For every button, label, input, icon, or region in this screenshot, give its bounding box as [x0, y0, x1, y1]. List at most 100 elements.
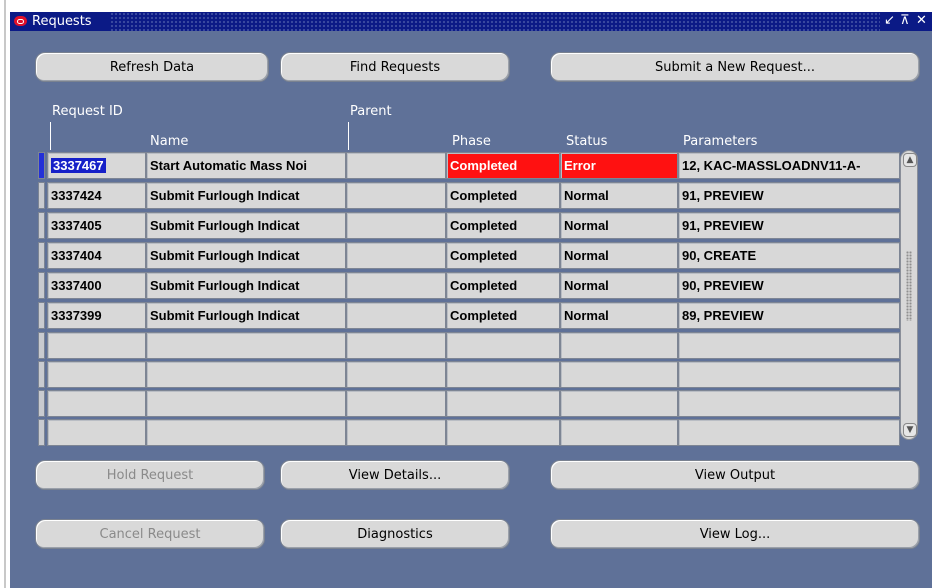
row-indicator[interactable] — [38, 182, 45, 209]
cell-name[interactable]: Submit Furlough Indicat — [146, 212, 346, 239]
vertical-scrollbar[interactable]: ▲ ▼ — [900, 150, 918, 440]
cell-request-id[interactable]: 3337467 — [47, 152, 146, 179]
cell-request-id[interactable]: 3337424 — [47, 182, 146, 209]
hold-request-button[interactable]: Hold Request — [35, 460, 265, 490]
scroll-down-icon[interactable]: ▼ — [903, 423, 917, 437]
cell-parameters[interactable]: 90, PREVIEW — [678, 272, 900, 299]
header-separator — [50, 122, 51, 150]
header-separator — [348, 122, 349, 150]
cell-name[interactable] — [146, 332, 346, 359]
oracle-logo-icon — [14, 16, 27, 26]
cell-parent[interactable] — [346, 152, 446, 179]
cell-status[interactable]: Normal — [560, 302, 678, 329]
row-indicator[interactable] — [38, 212, 45, 239]
maximize-icon[interactable]: ⊼ — [900, 13, 910, 28]
row-indicator[interactable] — [38, 361, 45, 388]
cell-status[interactable] — [560, 419, 678, 446]
cell-request-id[interactable]: 3337404 — [47, 242, 146, 269]
cell-phase[interactable]: Completed — [446, 212, 560, 239]
header-phase: Phase — [452, 134, 491, 149]
cell-status[interactable]: Normal — [560, 182, 678, 209]
cell-parent[interactable] — [346, 302, 446, 329]
cell-parameters[interactable] — [678, 332, 900, 359]
cell-parameters[interactable] — [678, 390, 900, 417]
row-indicator[interactable] — [38, 332, 45, 359]
diagnostics-button[interactable]: Diagnostics — [280, 519, 510, 549]
cell-parent[interactable] — [346, 242, 446, 269]
row-indicator[interactable] — [38, 272, 45, 299]
close-icon[interactable]: ✕ — [916, 13, 927, 28]
minimize-icon[interactable]: ↙ — [884, 13, 895, 28]
cell-parent[interactable] — [346, 332, 446, 359]
cell-phase[interactable] — [446, 390, 560, 417]
cell-parameters[interactable]: 90, CREATE — [678, 242, 900, 269]
cell-phase[interactable]: Completed — [446, 152, 560, 179]
cell-status[interactable] — [560, 361, 678, 388]
cell-name[interactable]: Submit Furlough Indicat — [146, 182, 346, 209]
row-indicator[interactable] — [38, 419, 45, 446]
cell-parent[interactable] — [346, 272, 446, 299]
row-indicator[interactable] — [38, 390, 45, 417]
top-strip — [10, 0, 932, 12]
cell-parameters[interactable]: 12, KAC-MASSLOADNV11-A- — [678, 152, 900, 179]
view-log-button[interactable]: View Log... — [550, 519, 920, 549]
header-parameters: Parameters — [683, 134, 758, 149]
app-frame: Requests ↙ ⊼ ✕ Refresh Data Find Request… — [0, 0, 932, 588]
cell-parameters[interactable]: 91, PREVIEW — [678, 182, 900, 209]
submit-new-request-button[interactable]: Submit a New Request... — [550, 52, 920, 82]
cell-parent[interactable] — [346, 182, 446, 209]
cell-phase[interactable]: Completed — [446, 302, 560, 329]
cell-phase[interactable]: Completed — [446, 242, 560, 269]
cell-name[interactable]: Start Automatic Mass Noi — [146, 152, 346, 179]
row-indicator[interactable] — [38, 302, 45, 329]
cell-name[interactable]: Submit Furlough Indicat — [146, 242, 346, 269]
cell-request-id[interactable] — [47, 332, 146, 359]
header-name: Name — [150, 134, 189, 149]
scroll-up-icon[interactable]: ▲ — [903, 153, 917, 167]
requests-window: Requests ↙ ⊼ ✕ Refresh Data Find Request… — [10, 0, 932, 588]
cell-parameters[interactable] — [678, 419, 900, 446]
cell-request-id[interactable]: 3337399 — [47, 302, 146, 329]
cell-name[interactable]: Submit Furlough Indicat — [146, 302, 346, 329]
cell-request-id[interactable] — [47, 361, 146, 388]
cell-status[interactable] — [560, 332, 678, 359]
cell-parameters[interactable] — [678, 361, 900, 388]
cell-phase[interactable] — [446, 361, 560, 388]
header-parent: Parent — [350, 104, 392, 119]
find-requests-button[interactable]: Find Requests — [280, 52, 510, 82]
cell-request-id[interactable]: 3337400 — [47, 272, 146, 299]
cell-phase[interactable]: Completed — [446, 272, 560, 299]
cell-status[interactable] — [560, 390, 678, 417]
header-request-id: Request ID — [52, 104, 123, 119]
cell-phase[interactable] — [446, 419, 560, 446]
window-titlebar[interactable]: Requests ↙ ⊼ ✕ — [10, 12, 932, 31]
cell-name[interactable] — [146, 361, 346, 388]
cell-parent[interactable] — [346, 390, 446, 417]
cell-parent[interactable] — [346, 212, 446, 239]
cell-name[interactable] — [146, 419, 346, 446]
window-title: Requests — [32, 14, 92, 29]
cell-phase[interactable]: Completed — [446, 182, 560, 209]
cell-request-id[interactable]: 3337405 — [47, 212, 146, 239]
cell-status[interactable]: Normal — [560, 242, 678, 269]
header-status: Status — [566, 134, 608, 149]
row-indicator[interactable] — [38, 242, 45, 269]
scroll-grip[interactable] — [906, 251, 912, 321]
cell-status[interactable]: Normal — [560, 272, 678, 299]
cell-parent[interactable] — [346, 419, 446, 446]
cancel-request-button[interactable]: Cancel Request — [35, 519, 265, 549]
cell-request-id[interactable] — [47, 419, 146, 446]
view-details-button[interactable]: View Details... — [280, 460, 510, 490]
view-output-button[interactable]: View Output — [550, 460, 920, 490]
cell-parent[interactable] — [346, 361, 446, 388]
cell-parameters[interactable]: 91, PREVIEW — [678, 212, 900, 239]
row-indicator[interactable] — [38, 152, 45, 179]
cell-name[interactable] — [146, 390, 346, 417]
cell-status[interactable]: Error — [560, 152, 678, 179]
cell-request-id[interactable] — [47, 390, 146, 417]
cell-phase[interactable] — [446, 332, 560, 359]
cell-status[interactable]: Normal — [560, 212, 678, 239]
cell-parameters[interactable]: 89, PREVIEW — [678, 302, 900, 329]
refresh-data-button[interactable]: Refresh Data — [35, 52, 269, 82]
cell-name[interactable]: Submit Furlough Indicat — [146, 272, 346, 299]
